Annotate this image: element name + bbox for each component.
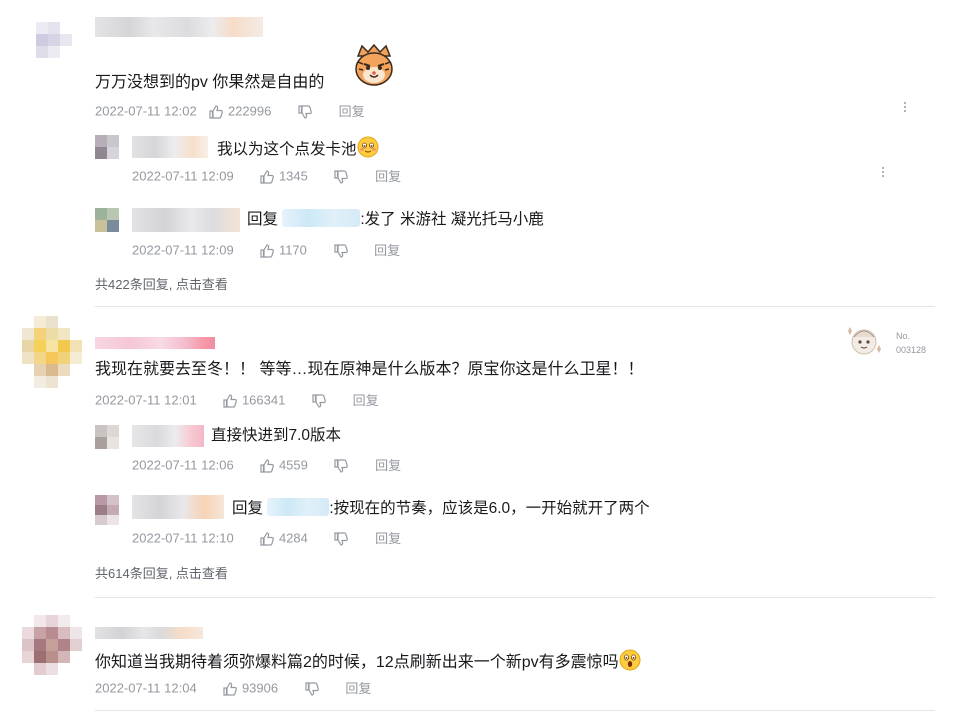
like-button[interactable]: 1345 [259, 168, 311, 184]
divider [95, 710, 935, 711]
reply-meta: 2022-07-11 12:09 1345 回复 [132, 167, 401, 185]
reply-prefix: 回复 [232, 500, 264, 517]
reply-button[interactable]: 回复 [353, 393, 379, 408]
dislike-button[interactable] [333, 458, 353, 473]
more-button[interactable] [876, 165, 890, 179]
timestamp: 2022-07-11 12:09 [132, 242, 234, 258]
reply-username[interactable] [132, 495, 224, 519]
reply-button[interactable]: 回复 [375, 531, 401, 546]
comment-meta: 2022-07-11 12:01 166341 回复 [95, 391, 379, 409]
reply-text: 直接快进到7.0版本 [211, 427, 342, 444]
like-button[interactable]: 1170 [259, 242, 310, 258]
reply-text: 回复 :发了 米游社 凝光托马小鹿 [247, 209, 544, 228]
thumb-up-icon [260, 459, 275, 473]
like-count: 1170 [278, 242, 307, 258]
like-count: 4559 [278, 457, 308, 473]
view-more-replies[interactable]: 共614条回复, 点击查看 [95, 563, 228, 582]
thumb-down-icon [334, 170, 349, 184]
mentioned-user[interactable] [282, 209, 361, 227]
reply-avatar[interactable] [95, 135, 119, 159]
fan-badge-icon [848, 327, 881, 355]
like-count: 4284 [278, 530, 308, 546]
thumb-down-icon [334, 532, 349, 546]
view-more-replies[interactable]: 共422条回复, 点击查看 [95, 274, 228, 293]
shocked-face-emoji-icon [619, 649, 641, 671]
reply-avatar[interactable] [95, 495, 119, 525]
reply-prefix: 回复 [247, 211, 279, 228]
thumb-up-icon [260, 170, 275, 184]
like-button[interactable]: 93906 [222, 680, 281, 696]
reply-meta: 2022-07-11 12:06 4559 回复 [132, 456, 401, 474]
blushing-face-emoji-icon [357, 136, 379, 158]
timestamp: 2022-07-11 12:06 [132, 457, 234, 473]
avatar[interactable] [30, 16, 78, 64]
timestamp: 2022-07-11 12:02 [95, 103, 197, 119]
reply-username[interactable] [132, 136, 208, 158]
comment-meta: 2022-07-11 12:02 222996 回复 [95, 102, 365, 120]
thumb-up-icon [209, 105, 224, 119]
more-button[interactable] [898, 100, 912, 114]
reply-avatar[interactable] [95, 425, 119, 449]
reply-button[interactable]: 回复 [345, 681, 371, 696]
mentioned-user[interactable] [267, 498, 330, 516]
reply-text: 我以为这个点发卡池 [217, 136, 379, 161]
like-button[interactable]: 4284 [259, 530, 311, 546]
reply-username[interactable] [132, 208, 240, 232]
reply-button[interactable]: 回复 [375, 458, 401, 473]
timestamp: 2022-07-11 12:10 [132, 530, 234, 546]
dislike-button[interactable] [333, 243, 353, 258]
dislike-button[interactable] [333, 531, 353, 546]
divider [95, 306, 935, 307]
dislike-button[interactable] [311, 393, 331, 408]
avatar[interactable] [22, 615, 82, 675]
thumb-up-icon [260, 244, 275, 258]
like-button[interactable]: 166341 [222, 392, 289, 408]
comment-text: 万万没想到的pv 你果然是自由的 [95, 74, 325, 91]
divider [95, 597, 935, 598]
reply-button[interactable]: 回复 [375, 169, 401, 184]
timestamp: 2022-07-11 12:04 [95, 680, 197, 696]
timestamp: 2022-07-11 12:01 [95, 392, 197, 408]
comment-meta: 2022-07-11 12:04 93906 回复 [95, 679, 371, 697]
thumb-down-icon [298, 105, 312, 119]
thumb-up-icon [260, 532, 275, 546]
thumb-down-icon [312, 394, 326, 408]
reply-button[interactable]: 回复 [339, 104, 365, 119]
tiger-sticker-icon [355, 43, 393, 86]
username[interactable] [95, 337, 215, 349]
like-count: 166341 [241, 392, 286, 408]
comment-text: 你知道当我期待着须弥爆料篇2的时候，12点刷新出来一个新pv有多震惊吗 [95, 649, 641, 674]
fan-badge-label: No. [896, 331, 911, 341]
reply-text: 回复 :按现在的节奏，应该是6.0，一开始就开了两个 [232, 498, 650, 517]
reply-button[interactable]: 回复 [374, 243, 400, 258]
reply-username[interactable] [132, 425, 204, 447]
comment-text: 我现在就要去至冬！！ 等等…现在原神是什么版本？原宝你这是什么卫星！！ [95, 361, 644, 378]
like-button[interactable]: 4559 [259, 457, 311, 473]
thumb-down-icon [333, 244, 348, 258]
thumb-up-icon [223, 394, 238, 408]
reply-avatar[interactable] [95, 208, 119, 232]
like-count: 93906 [241, 680, 279, 696]
username[interactable] [95, 17, 263, 37]
username[interactable] [95, 627, 203, 639]
thumb-up-icon [223, 682, 238, 696]
avatar[interactable] [22, 316, 82, 388]
dislike-button[interactable] [297, 104, 317, 119]
reply-meta: 2022-07-11 12:10 4284 回复 [132, 529, 401, 547]
timestamp: 2022-07-11 12:09 [132, 168, 234, 184]
reply-meta: 2022-07-11 12:09 1170 回复 [132, 241, 400, 259]
like-count: 1345 [278, 168, 308, 184]
like-count: 222996 [227, 103, 272, 119]
fan-badge-number: 003128 [896, 345, 927, 355]
thumb-down-icon [305, 682, 319, 696]
dislike-button[interactable] [304, 681, 324, 696]
thumb-down-icon [334, 459, 349, 473]
dislike-button[interactable] [333, 169, 353, 184]
like-button[interactable]: 222996 [208, 103, 275, 119]
